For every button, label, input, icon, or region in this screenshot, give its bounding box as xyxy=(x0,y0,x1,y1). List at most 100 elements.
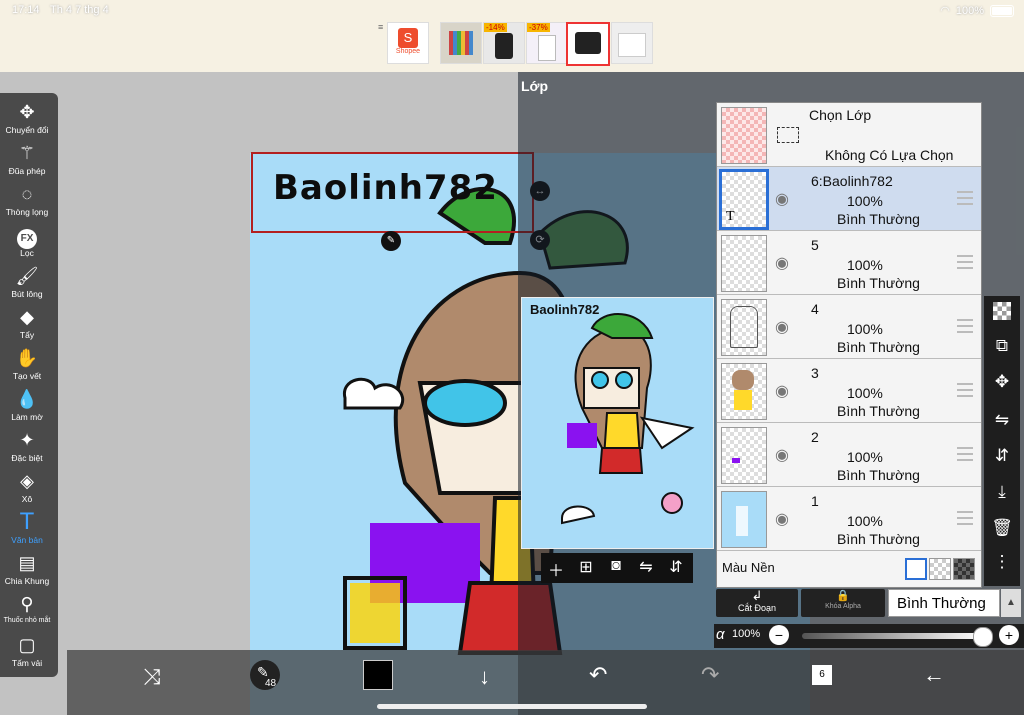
alpha-lock-button[interactable]: 🔒 Khóa Alpha xyxy=(801,589,885,617)
redo-icon[interactable]: ↷ xyxy=(701,662,719,688)
tool-magic-wand[interactable]: ⚚ Đũa phép xyxy=(0,142,54,176)
selection-title: Chọn Lớp xyxy=(809,107,872,123)
drag-handle-icon[interactable] xyxy=(957,319,973,333)
add-layer-icon[interactable]: ＋ xyxy=(541,557,571,581)
tool-brush[interactable]: 🖌 Bút lông xyxy=(0,265,54,299)
ad-shopee[interactable]: S Shopee xyxy=(387,22,429,64)
layer-opacity: 100% xyxy=(847,449,883,465)
canvas-text-layer[interactable]: Baolinh782 xyxy=(273,168,498,208)
ad-product-1[interactable] xyxy=(440,22,482,64)
camera-icon[interactable]: ◙ xyxy=(601,557,631,575)
status-indicators: ◠ 100% xyxy=(940,4,1014,17)
discount-badge: -37% xyxy=(527,23,550,32)
edit-text-icon[interactable]: ✎ xyxy=(381,231,401,251)
eye-icon[interactable]: ◉ xyxy=(775,317,789,337)
eye-icon[interactable]: ◉ xyxy=(775,381,789,401)
tool-label: Thuốc nhỏ mắt xyxy=(3,617,51,624)
purple-mark-thumbnail xyxy=(732,458,740,463)
fx-icon: FX xyxy=(0,224,54,249)
layer-row[interactable]: ◉ 3 100% Bình Thường xyxy=(717,359,981,423)
background-dark-swatch[interactable] xyxy=(953,558,975,580)
canvas-icon: ▢ xyxy=(18,635,36,655)
tool-eraser[interactable]: ◆ Tẩy xyxy=(0,306,54,340)
tool-blur[interactable]: 💧 Làm mờ xyxy=(0,388,54,422)
flip-layer-horizontal-icon[interactable]: ⇋ xyxy=(984,410,1020,430)
undo-icon[interactable]: ↶ xyxy=(589,662,607,688)
opacity-decrease-button[interactable]: − xyxy=(769,625,789,645)
opacity-row: α 100% − + xyxy=(714,624,1024,648)
eye-icon[interactable]: ◉ xyxy=(775,445,789,465)
move-layer-icon[interactable]: ✥ xyxy=(984,372,1020,392)
selection-layer-row[interactable]: Chọn Lớp Không Có Lựa Chọn xyxy=(717,103,981,167)
drag-handle-icon[interactable] xyxy=(957,191,973,205)
opacity-slider[interactable] xyxy=(802,627,993,647)
layer-blend-mode: Bình Thường xyxy=(837,339,920,355)
layer-row[interactable]: ◉ 2 100% Bình Thường xyxy=(717,423,981,487)
tool-smudge[interactable]: ✋ Tạo vết xyxy=(0,347,54,381)
tool-special[interactable]: ✦ Đặc biệt xyxy=(0,429,54,463)
tool-lasso[interactable]: ◌ Thòng lọng xyxy=(0,183,54,217)
ad-product-2[interactable]: -14% xyxy=(483,22,525,64)
primary-color-swatch[interactable] xyxy=(363,660,393,690)
layer-row[interactable]: ◉ 1 100% Bình Thường xyxy=(717,487,981,551)
trash-icon[interactable]: 🗑 xyxy=(984,518,1020,538)
opacity-slider-knob[interactable] xyxy=(973,627,993,647)
drag-handle-icon[interactable] xyxy=(957,511,973,525)
tool-text[interactable]: T Văn bản xyxy=(0,510,54,546)
flip-layer-vertical-icon[interactable]: ⇵ xyxy=(984,446,1020,466)
ad-product-3[interactable]: -37% xyxy=(526,22,568,64)
background-transparent-swatch[interactable] xyxy=(929,558,951,580)
layer-row[interactable]: T ◉ 6:Baolinh782 100% Bình Thường xyxy=(717,167,981,231)
tool-frame-divider[interactable]: ▤ Chia Khung xyxy=(0,552,54,586)
ad-product-5[interactable] xyxy=(611,22,653,64)
tool-bucket[interactable]: ◈ Xô xyxy=(0,470,54,504)
tool-canvas[interactable]: ▢ Tấm vải xyxy=(0,634,54,668)
text-selection-box[interactable]: Baolinh782 xyxy=(251,152,534,233)
eye-icon[interactable]: ◉ xyxy=(775,189,789,209)
layer-convert-icon[interactable]: ⧉ xyxy=(984,336,1020,356)
drag-handle-icon[interactable] xyxy=(957,255,973,269)
layer-opacity: 100% xyxy=(847,257,883,273)
blend-mode-select[interactable]: Bình Thường xyxy=(888,589,1000,617)
product-image xyxy=(538,35,556,61)
canvas-preview[interactable]: Baolinh782 xyxy=(521,297,714,549)
layer-row[interactable]: ◉ 5 100% Bình Thường xyxy=(717,231,981,295)
ad-product-4[interactable] xyxy=(566,22,610,66)
duplicate-layer-icon[interactable]: ⊞ xyxy=(571,557,601,577)
layer-count: 6 xyxy=(819,669,825,680)
status-bar: 17:14 Th 4 7 thg 4 ◠ 100% ≡ S Shopee -14… xyxy=(0,0,1024,72)
product-image xyxy=(449,31,473,55)
layers-button[interactable]: 6 xyxy=(812,665,832,685)
tool-eyedropper[interactable]: ⚲ Thuốc nhỏ mắt xyxy=(0,593,54,624)
tool-transform[interactable]: ✥ Chuyển đổi xyxy=(0,101,54,135)
eye-icon[interactable]: ◉ xyxy=(775,253,789,273)
clipping-button[interactable]: ↲ Cắt Đoạn xyxy=(716,589,798,617)
drag-handle-icon[interactable] xyxy=(957,383,973,397)
background-white-swatch[interactable] xyxy=(905,558,927,580)
layer-row[interactable]: ◉ 4 100% Bình Thường xyxy=(717,295,981,359)
blend-mode-dropdown-icon[interactable]: ▲ xyxy=(1001,589,1021,617)
opacity-increase-button[interactable]: + xyxy=(999,625,1019,645)
flip-vertical-icon[interactable]: ⇵ xyxy=(661,557,691,577)
text-layer-icon: T xyxy=(726,209,735,224)
ad-menu-icon[interactable]: ≡ xyxy=(378,22,383,32)
flip-horizontal-icon[interactable]: ⇋ xyxy=(631,557,661,577)
brush-size-button[interactable]: ✎ 48 xyxy=(250,660,280,690)
eye-icon[interactable]: ◉ xyxy=(775,509,789,529)
drag-handle-icon[interactable] xyxy=(957,447,973,461)
transform-toggle-icon[interactable]: ⤨ xyxy=(143,664,161,690)
special-icon: ✦ xyxy=(19,430,35,450)
layer-name: 4 xyxy=(811,301,819,317)
tool-sidebar: ✥ Chuyển đổi ⚚ Đũa phép ◌ Thòng lọng FX Lọc … xyxy=(0,93,58,677)
back-arrow-icon[interactable]: ← xyxy=(923,662,945,688)
layer-actions-strip: ⧉ ✥ ⇋ ⇵ ⤓ 🗑 ⋮ xyxy=(984,296,1020,586)
transparency-icon[interactable] xyxy=(984,302,1020,325)
brush-icon: 🖌 xyxy=(15,266,39,286)
bucket-icon: ◈ xyxy=(20,471,34,491)
layer-opacity: 100% xyxy=(847,321,883,337)
tool-filter[interactable]: FX Lọc xyxy=(0,224,54,258)
merge-down-icon[interactable]: ⤓ xyxy=(984,482,1020,502)
more-options-icon[interactable]: ⋮ xyxy=(984,552,1020,572)
layer-name: 6:Baolinh782 xyxy=(811,173,893,189)
arrow-down-icon[interactable]: ↓ xyxy=(479,664,490,690)
